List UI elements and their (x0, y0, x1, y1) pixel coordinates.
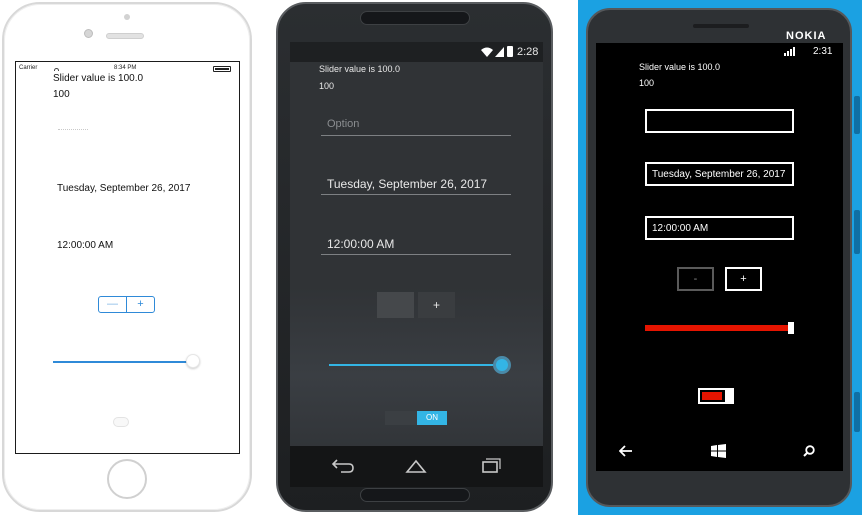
date-picker[interactable]: Tuesday, September 26, 2017 (321, 173, 511, 195)
slider-thumb[interactable] (186, 354, 200, 368)
decrement-button[interactable]: - (677, 267, 714, 291)
battery-icon (507, 46, 513, 57)
windows-start-icon[interactable] (711, 444, 726, 458)
slider-value-label: Slider value is 100.0 (53, 73, 144, 84)
option-placeholder: Option (327, 118, 360, 130)
camera-key (854, 392, 860, 432)
back-icon[interactable] (331, 458, 355, 474)
wp-clock: 2:31 (813, 46, 833, 57)
option-entry[interactable]: Option (321, 114, 511, 136)
wp-speaker (693, 24, 749, 28)
slider-track[interactable] (53, 361, 193, 363)
power-key (854, 210, 860, 254)
increment-button[interactable]: + (725, 267, 762, 291)
iphone-sensor (124, 14, 130, 20)
signal-icon (495, 47, 504, 57)
ios-carrier-label: Carrier (19, 65, 38, 71)
option-textbox[interactable] (645, 109, 794, 133)
increment-button[interactable]: + (127, 297, 154, 312)
android-nav-bar (290, 446, 543, 487)
switch-fill (702, 392, 722, 400)
iphone-camera (84, 29, 93, 38)
slider-value-label: Slider value is 100.0 (639, 62, 721, 72)
android-screen: 2:28 Slider value is 100.0 100 Option Tu… (290, 42, 543, 487)
android-speaker-bottom (360, 488, 470, 502)
recent-apps-icon[interactable] (479, 458, 501, 474)
switch-toggle[interactable] (113, 417, 129, 427)
date-picker[interactable]: Tuesday, September 26, 2017 (57, 183, 190, 194)
switch-toggle[interactable]: ON (385, 411, 447, 425)
slider-thumb[interactable] (788, 322, 794, 334)
option-picker[interactable] (58, 129, 88, 132)
wifi-icon (481, 47, 493, 57)
wifi-icon (54, 68, 59, 71)
value-label: 100 (319, 81, 335, 91)
iphone-screen: Carrier 8:34 PM Slider value is 100.0 10… (15, 61, 240, 454)
date-picker[interactable]: Tuesday, September 26, 2017 (645, 162, 794, 186)
decrement-button[interactable]: — (99, 297, 127, 312)
time-text: 12:00:00 AM (327, 237, 395, 251)
switch-on-label: ON (417, 411, 447, 425)
android-speaker-top (360, 11, 470, 25)
stepper: — + (98, 296, 155, 313)
search-icon[interactable] (803, 445, 815, 457)
home-icon[interactable] (404, 458, 428, 474)
volume-key (854, 96, 860, 134)
date-text: Tuesday, September 26, 2017 (327, 177, 488, 191)
slider-track[interactable] (645, 325, 791, 331)
brand-logo: NOKIA (786, 30, 827, 42)
time-picker[interactable]: 12:00:00 AM (645, 216, 794, 240)
home-button[interactable] (107, 459, 147, 499)
slider-track[interactable] (329, 364, 498, 366)
signal-icon (784, 47, 795, 56)
battery-icon (213, 66, 231, 72)
date-text: Tuesday, September 26, 2017 (652, 169, 786, 180)
ios-clock: 8:34 PM (114, 65, 137, 71)
switch-toggle[interactable] (698, 388, 734, 404)
android-status-bar: 2:28 (290, 42, 543, 62)
decrement-button[interactable] (377, 292, 414, 318)
android-clock: 2:28 (517, 46, 539, 58)
switch-knob (725, 388, 734, 404)
back-arrow-icon[interactable] (619, 445, 633, 457)
slider-value-label: Slider value is 100.0 (319, 64, 401, 74)
value-label: 100 (639, 78, 655, 88)
wp-nav-bar (596, 431, 843, 471)
time-picker[interactable]: 12:00:00 AM (321, 233, 511, 255)
value-label: 100 (53, 89, 70, 100)
windows-phone-screen: 2:31 Slider value is 100.0 100 Tuesday, … (596, 43, 843, 431)
increment-button[interactable]: + (418, 292, 455, 318)
iphone-speaker (106, 33, 144, 39)
time-text: 12:00:00 AM (652, 223, 709, 234)
time-picker[interactable]: 12:00:00 AM (57, 240, 113, 251)
slider-thumb[interactable] (493, 356, 511, 374)
